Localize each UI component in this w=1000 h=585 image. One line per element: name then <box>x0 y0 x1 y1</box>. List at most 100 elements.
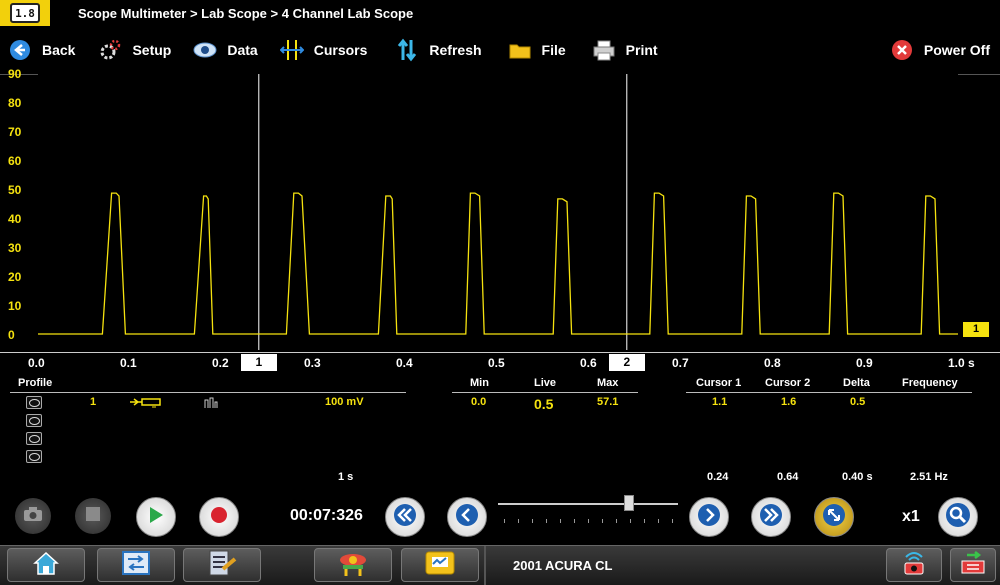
scanner-button[interactable] <box>314 548 392 582</box>
playback-slider[interactable] <box>498 495 678 530</box>
y-tick-label: 50 <box>8 183 22 198</box>
cursor1-time: 0.24 <box>707 471 729 483</box>
x-tick-label: 0.5 <box>488 356 505 370</box>
step-back-button[interactable] <box>447 497 487 537</box>
trigger-icon[interactable] <box>204 396 218 414</box>
refresh-button[interactable]: Refresh <box>395 26 482 74</box>
zoom-level: x1 <box>902 508 920 525</box>
connection-status-button[interactable] <box>886 548 942 582</box>
toolbar: Back Setup Data Cursors Refresh File Pri… <box>0 26 1000 74</box>
breadcrumb: Scope Multimeter > Lab Scope > 4 Channel… <box>78 5 414 21</box>
power-off-icon <box>890 38 914 62</box>
delta-header: Delta <box>843 377 870 389</box>
eye-icon[interactable] <box>26 450 42 463</box>
x-tick-label: 0.0 <box>28 356 45 370</box>
cursors-icon <box>279 38 304 62</box>
file-button[interactable]: File <box>508 26 566 74</box>
window-switch-icon <box>121 550 151 581</box>
slider-thumb[interactable] <box>624 495 635 511</box>
y-tick-label: 60 <box>8 154 22 169</box>
sweep-label: 1 s <box>338 471 354 483</box>
fast-forward-button[interactable] <box>751 497 791 537</box>
slider-tick <box>630 519 631 523</box>
power-off-button[interactable]: Power Off <box>890 26 990 74</box>
data-button[interactable]: Data <box>193 26 258 74</box>
data-viewer-icon <box>424 549 456 582</box>
min-header: Min <box>470 377 489 389</box>
stop-icon <box>85 506 101 527</box>
channel-marker[interactable]: 1 <box>963 322 989 337</box>
slider-tick <box>560 519 561 523</box>
slider-track <box>498 503 678 505</box>
slider-tick <box>616 519 617 523</box>
camera-button[interactable] <box>15 498 51 534</box>
tools-icon <box>207 549 237 582</box>
multimeter-icon[interactable]: 1.8 <box>0 0 50 26</box>
x-tick-label: 0.2 <box>212 356 229 370</box>
y-tick-label: 0 <box>8 328 15 343</box>
record-icon <box>209 505 229 530</box>
home-button[interactable] <box>7 548 85 582</box>
delta-time: 0.40 s <box>842 471 873 483</box>
x-tick-label: 0.7 <box>672 356 689 370</box>
y-tick-label: 70 <box>8 125 22 140</box>
x-tick-label: 0.6 <box>580 356 597 370</box>
print-button[interactable]: Print <box>592 26 658 74</box>
x-axis-line <box>0 352 1000 353</box>
fast-forward-icon <box>759 503 783 532</box>
eye-icon[interactable] <box>26 432 42 445</box>
back-arrow-icon <box>8 38 32 62</box>
zoom-button[interactable] <box>938 497 978 537</box>
cursors-button[interactable]: Cursors <box>279 26 367 74</box>
rewind-button[interactable] <box>385 497 425 537</box>
zoom-fit-button[interactable] <box>814 497 854 537</box>
data-viewer-button[interactable] <box>401 548 479 582</box>
cursor2-header: Cursor 2 <box>765 377 811 389</box>
slider-tick <box>588 519 589 523</box>
x-tick-label: 1.0 s <box>948 356 975 370</box>
printer-icon <box>592 38 616 62</box>
step-back-icon <box>455 503 479 532</box>
magnifier-icon <box>945 502 971 533</box>
home-icon <box>32 550 60 581</box>
eye-icon[interactable] <box>26 414 42 427</box>
y-tick-label: 90 <box>8 67 22 81</box>
scale-value: 100 mV <box>325 396 364 408</box>
live-header: Live <box>534 377 557 389</box>
waveform-plot[interactable] <box>38 74 958 350</box>
x-tick-label: 0.1 <box>120 356 137 370</box>
cursor-1-flag[interactable]: 1 <box>240 354 277 371</box>
cursor1-value: 1.1 <box>712 396 728 408</box>
cursor2-value: 1.6 <box>781 396 797 408</box>
step-forward-button[interactable] <box>689 497 729 537</box>
play-button[interactable] <box>136 497 176 537</box>
taskbar-divider <box>484 546 486 585</box>
y-tick-label: 80 <box>8 96 22 111</box>
record-button[interactable] <box>199 497 239 537</box>
usb-icon <box>959 549 987 582</box>
cursor1-header: Cursor 1 <box>696 377 742 389</box>
vehicle-name: 2001 ACURA CL <box>513 558 613 573</box>
slider-tick <box>644 519 645 523</box>
probe-icon[interactable] <box>130 396 162 414</box>
max-value: 57.1 <box>597 396 619 408</box>
stats-rule <box>452 392 638 393</box>
setup-button[interactable]: Setup <box>98 26 171 74</box>
slider-tick <box>658 519 659 523</box>
wireless-vci-icon <box>900 549 928 582</box>
x-tick-label: 0.8 <box>764 356 781 370</box>
slider-tick <box>504 519 505 523</box>
live-value: 0.5 <box>534 396 554 412</box>
x-tick-label: 0.4 <box>396 356 413 370</box>
cursor-2-flag[interactable]: 2 <box>608 354 645 371</box>
camera-icon <box>23 506 43 527</box>
tools-button[interactable] <box>183 548 261 582</box>
eye-icon[interactable] <box>26 396 42 409</box>
x-tick-label: 0.3 <box>304 356 321 370</box>
usb-status-button[interactable] <box>950 548 996 582</box>
task-switch-button[interactable] <box>97 548 175 582</box>
stop-button[interactable] <box>75 498 111 534</box>
slider-tick <box>518 519 519 523</box>
y-tick-label: 10 <box>8 299 22 314</box>
play-icon <box>147 505 165 530</box>
